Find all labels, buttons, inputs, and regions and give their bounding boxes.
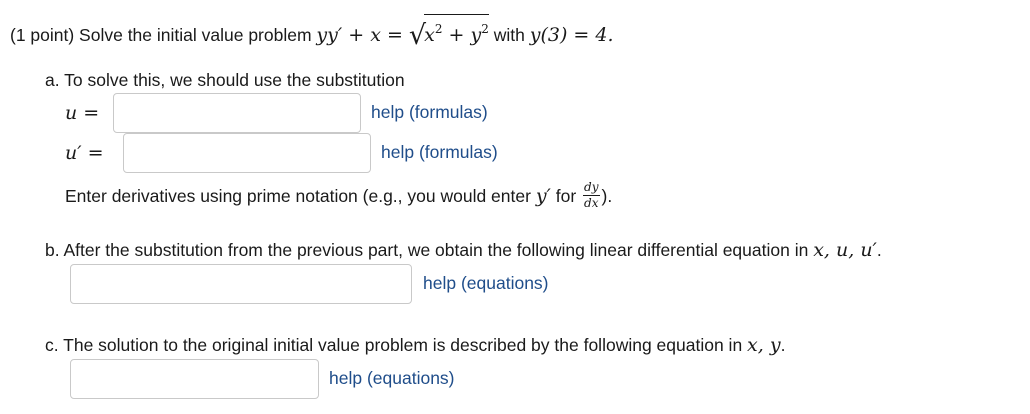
part-c-vars: x, y xyxy=(747,334,781,356)
u-answer-input[interactable] xyxy=(113,93,361,133)
radical-sign: √ xyxy=(408,20,427,51)
problem-with: with xyxy=(488,25,530,45)
part-b-description: b. After the substitution from the previ… xyxy=(45,240,814,260)
problem-statement: (1 point) Solve the initial value proble… xyxy=(10,14,614,51)
radicand-x-exponent: 2 xyxy=(434,22,443,36)
radicand: x2 + y2 xyxy=(424,14,489,46)
uprime-answer-input[interactable] xyxy=(123,133,371,173)
note-prefix: Enter derivatives using prime notation (… xyxy=(65,186,536,207)
fraction-denominator: dx xyxy=(584,196,599,210)
uprime-label: u′ = xyxy=(65,142,104,164)
note-suffix: ). xyxy=(601,186,613,207)
linear-de-answer-input[interactable] xyxy=(70,264,412,304)
part-b-text: b. After the substitution from the previ… xyxy=(45,239,882,261)
part-c-description: c. The solution to the original initial … xyxy=(45,335,748,355)
part-b-help-equations-link[interactable]: help (equations) xyxy=(423,272,549,294)
note-yprime: y′ xyxy=(535,185,551,208)
part-b-vars: x, u, u′ xyxy=(813,239,877,261)
u-label: u = xyxy=(65,102,100,124)
part-b-end: . xyxy=(876,240,882,260)
u-help-formulas-link[interactable]: help (formulas) xyxy=(371,101,488,123)
dy-dx-fraction: dy dx xyxy=(583,180,600,210)
initial-condition: y(3) = 4. xyxy=(529,24,614,46)
solution-answer-input[interactable] xyxy=(70,359,319,399)
part-c-end: . xyxy=(780,335,786,355)
prime-notation-note: Enter derivatives using prime notation (… xyxy=(65,180,613,212)
part-c-text: c. The solution to the original initial … xyxy=(45,334,785,356)
radicand-plus-y: + y xyxy=(442,24,482,46)
sqrt-expression: √x2 + y2 xyxy=(408,14,489,51)
fraction-numerator: dy xyxy=(583,180,600,196)
uprime-help-formulas-link[interactable]: help (formulas) xyxy=(381,141,498,163)
part-c-help-equations-link[interactable]: help (equations) xyxy=(329,367,455,389)
radicand-y-exponent: 2 xyxy=(481,22,489,36)
problem-equation-lhs: yy′ + x = xyxy=(316,24,409,46)
part-a-intro: a. To solve this, we should use the subs… xyxy=(45,70,405,90)
problem-prefix: (1 point) Solve the initial value proble… xyxy=(10,25,317,45)
note-for: for xyxy=(550,186,582,207)
